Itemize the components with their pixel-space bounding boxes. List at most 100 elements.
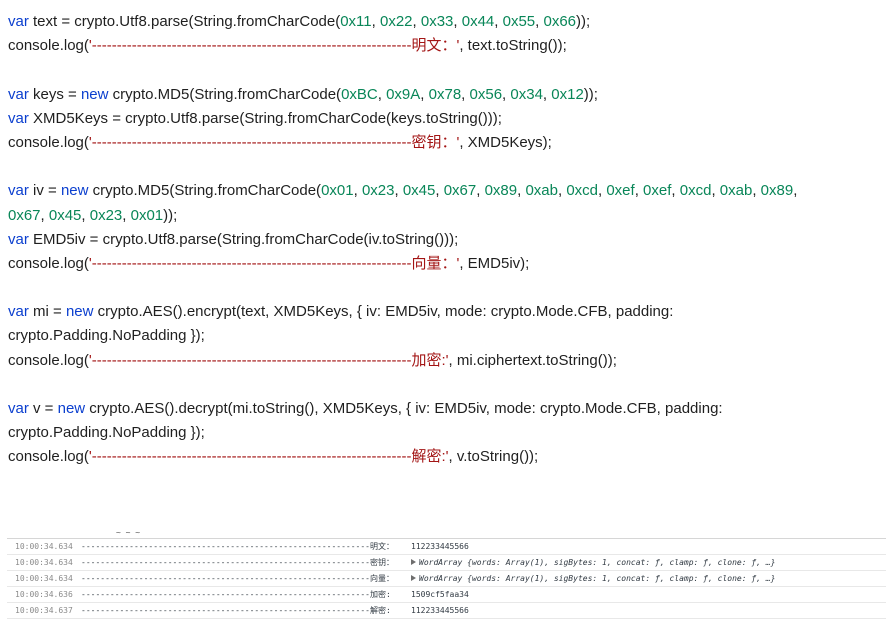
code-line-encrypt-continued: crypto.Padding.NoPadding });	[8, 324, 883, 348]
keyword-var: var	[8, 85, 29, 103]
hex-number: 0x56	[469, 85, 503, 103]
hex-number: 0x67	[8, 206, 41, 224]
code-text: ));	[583, 85, 598, 103]
console-object-preview[interactable]: WordArray {words: Array(1), sigBytes: 1,…	[411, 571, 775, 586]
hex-number: 0x33	[420, 13, 454, 30]
console-row[interactable]: 10:00:34.634 ---------------------------…	[7, 571, 886, 587]
hex-number: 0xef	[643, 182, 672, 200]
keyword-new: new	[60, 182, 89, 200]
code-line-encrypt: var mi = new crypto.AES().encrypt(text, …	[8, 300, 883, 324]
code-text: , v.toString());	[448, 448, 539, 466]
hex-number: 0xef	[606, 182, 635, 200]
hex-number: 0x34	[510, 85, 543, 103]
code-text: crypto.AES().encrypt(text, XMD5Keys, { i…	[93, 303, 674, 321]
hex-number: 0x01	[321, 182, 354, 200]
expand-triangle-icon[interactable]	[411, 559, 416, 565]
code-text: text = crypto.Utf8.parse(String.fromChar…	[28, 13, 341, 30]
console-message: ----------------------------------------…	[81, 574, 394, 583]
wordarray-object: WordArray {words: Array(1), sigBytes: 1,…	[419, 558, 776, 567]
hex-number: 0x45	[48, 206, 82, 224]
hex-number: 0xcd	[679, 182, 712, 200]
keyword-var: var	[8, 182, 29, 200]
code-line-log-iv: console.log('---------------------------…	[8, 252, 883, 276]
code-text: crypto.MD5(String.fromCharCode(	[108, 85, 342, 103]
code-text: console.log(	[8, 448, 89, 466]
string-literal: '---------------------------------------…	[88, 254, 460, 272]
keyword-new: new	[80, 85, 109, 103]
code-line-decrypt: var v = new crypto.AES().decrypt(mi.toSt…	[8, 397, 883, 421]
console-timestamp: 10:00:34.637	[15, 606, 73, 615]
code-text: crypto.Padding.NoPadding });	[8, 424, 205, 442]
code-text: , EMD5iv);	[459, 254, 530, 272]
wordarray-object: WordArray {words: Array(1), sigBytes: 1,…	[419, 574, 776, 583]
hex-number: 0x23	[361, 182, 395, 200]
hex-number: 0xab	[719, 182, 753, 200]
hex-number: 0x11	[340, 13, 372, 30]
code-text: console.log(	[8, 254, 89, 272]
code-text: , text.toString());	[459, 37, 567, 55]
code-text: ));	[163, 206, 178, 224]
hex-number: 0x01	[130, 206, 164, 224]
code-text: EMD5iv = crypto.Utf8.parse(String.fromCh…	[28, 230, 459, 248]
console-value: 112233445566	[411, 542, 469, 551]
code-line-keys: var keys = new crypto.MD5(String.fromCha…	[8, 85, 598, 103]
devtools-console[interactable]: 10:00:34.634 ---------------------------…	[7, 538, 886, 619]
hex-number: 0x55	[502, 13, 536, 30]
code-line-emd5iv: var EMD5iv = crypto.Utf8.parse(String.fr…	[8, 228, 883, 252]
console-value: 112233445566	[411, 606, 469, 615]
hex-number: 0x22	[379, 13, 413, 30]
string-literal: '---------------------------------------…	[88, 37, 460, 55]
console-cropped-text: ~ ~ ~	[116, 528, 141, 537]
console-row[interactable]: 10:00:34.637 ---------------------------…	[7, 603, 886, 619]
console-timestamp: 10:00:34.636	[15, 590, 73, 599]
console-row[interactable]: 10:00:34.634 ---------------------------…	[7, 539, 886, 555]
code-text: crypto.MD5(String.fromCharCode(	[88, 182, 322, 200]
hex-number: 0xab	[525, 182, 558, 200]
hex-number: 0x67	[443, 182, 477, 200]
console-row[interactable]: 10:00:34.634 ---------------------------…	[7, 555, 886, 571]
expand-triangle-icon[interactable]	[411, 575, 416, 581]
console-message: ----------------------------------------…	[81, 558, 394, 567]
hex-number: 0x9A	[386, 85, 421, 103]
code-line-log-key: console.log('---------------------------…	[8, 131, 883, 155]
keyword-var: var	[8, 230, 29, 248]
hex-number: 0x78	[428, 85, 462, 103]
string-literal: '---------------------------------------…	[88, 133, 460, 151]
string-literal: '---------------------------------------…	[88, 448, 449, 466]
code-text: console.log(	[8, 351, 89, 369]
console-value: 1509cf5faa34	[411, 590, 469, 599]
console-message: ----------------------------------------…	[81, 606, 391, 615]
code-line-log-ciphertext: console.log('---------------------------…	[8, 349, 883, 373]
code-text: crypto.Padding.NoPadding });	[8, 327, 205, 345]
hex-number: 0x23	[89, 206, 123, 224]
hex-number: 0xBC	[341, 85, 378, 103]
code-line-decrypt-continued: crypto.Padding.NoPadding });	[8, 421, 883, 445]
console-message: ----------------------------------------…	[81, 590, 391, 599]
hex-number: 0x89	[484, 182, 518, 200]
hex-number: 0xcd	[566, 182, 598, 200]
code-text: crypto.AES().decrypt(mi.toString(), XMD5…	[85, 400, 723, 417]
code-line-log-decrypted: console.log('---------------------------…	[8, 445, 883, 469]
code-text: console.log(	[8, 37, 89, 55]
code-text: XMD5Keys = crypto.Utf8.parse(String.from…	[28, 109, 502, 127]
hex-number: 0x66	[543, 13, 577, 30]
keyword-new: new	[65, 303, 94, 321]
console-timestamp: 10:00:34.634	[15, 574, 73, 583]
console-row[interactable]: 10:00:34.636 ---------------------------…	[7, 587, 886, 603]
keyword-new: new	[57, 400, 86, 417]
console-object-preview[interactable]: WordArray {words: Array(1), sigBytes: 1,…	[411, 555, 775, 570]
code-line-xmd5keys: var XMD5Keys = crypto.Utf8.parse(String.…	[8, 107, 883, 131]
code-text: mi =	[28, 303, 66, 321]
hex-number: 0x44	[461, 13, 495, 30]
keyword-var: var	[8, 303, 29, 321]
console-timestamp: 10:00:34.634	[15, 542, 73, 551]
keyword-var: var	[8, 109, 29, 127]
code-text: ));	[576, 13, 591, 30]
code-text: iv =	[28, 182, 61, 200]
code-line-iv: var iv = new crypto.MD5(String.fromCharC…	[8, 182, 798, 200]
hex-number: 0x12	[551, 85, 584, 103]
